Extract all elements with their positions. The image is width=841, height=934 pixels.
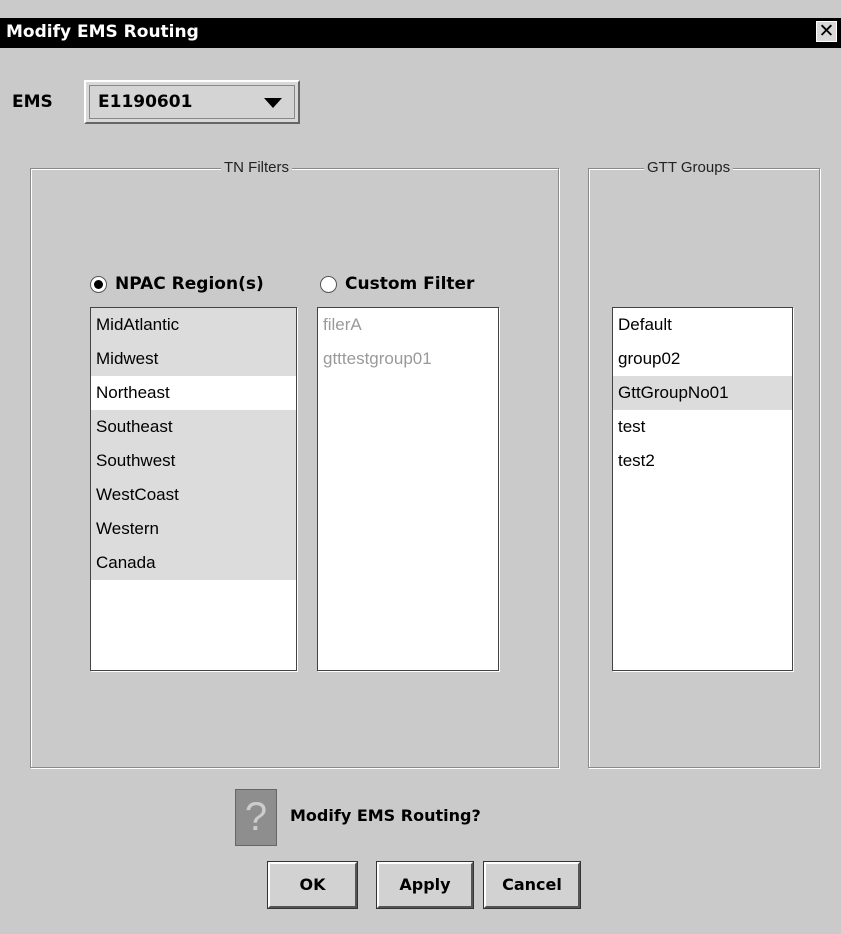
apply-button[interactable]: Apply	[376, 861, 474, 909]
list-item[interactable]: GttGroupNo01	[613, 376, 792, 410]
ems-selected-value: E1190601	[98, 92, 193, 112]
list-item[interactable]: Southeast	[91, 410, 296, 444]
radio-unselected-icon[interactable]	[320, 275, 337, 293]
list-item[interactable]: test	[613, 410, 792, 444]
list-item[interactable]: gtttestgroup01	[318, 342, 498, 376]
list-item[interactable]: Midwest	[91, 342, 296, 376]
list-item[interactable]: group02	[613, 342, 792, 376]
list-item[interactable]: Northeast	[91, 376, 296, 410]
chevron-down-icon[interactable]	[264, 98, 282, 108]
list-item[interactable]: test2	[613, 444, 792, 478]
close-icon[interactable]: ✕	[816, 21, 837, 42]
modify-ems-routing-dialog: Modify EMS Routing ✕ EMS E1190601 TN Fil…	[0, 0, 841, 934]
window-title: Modify EMS Routing	[6, 22, 199, 42]
title-bar[interactable]: Modify EMS Routing ✕	[0, 18, 841, 48]
npac-region-radio[interactable]: NPAC Region(s)	[90, 274, 264, 294]
npac-region-label: NPAC Region(s)	[115, 274, 264, 294]
tn-filters-title: TN Filters	[221, 159, 292, 176]
list-item[interactable]: Western	[91, 512, 296, 546]
custom-filter-radio[interactable]: Custom Filter	[320, 274, 474, 294]
custom-filter-list[interactable]: filerA gtttestgroup01	[317, 307, 499, 671]
radio-selected-icon[interactable]	[90, 275, 107, 293]
list-item[interactable]: MidAtlantic	[91, 308, 296, 342]
list-item[interactable]: filerA	[318, 308, 498, 342]
custom-filter-label: Custom Filter	[345, 274, 475, 294]
list-item[interactable]: Southwest	[91, 444, 296, 478]
ok-button[interactable]: OK	[267, 861, 358, 909]
list-item[interactable]: Canada	[91, 546, 296, 580]
ems-label: EMS	[12, 92, 53, 112]
confirm-prompt: Modify EMS Routing?	[290, 806, 481, 825]
list-item[interactable]: Default	[613, 308, 792, 342]
cancel-button[interactable]: Cancel	[483, 861, 581, 909]
gtt-groups-title: GTT Groups	[644, 159, 734, 176]
ems-dropdown[interactable]: E1190601	[84, 80, 300, 124]
question-icon: ?	[235, 789, 277, 846]
list-item[interactable]: WestCoast	[91, 478, 296, 512]
npac-region-list[interactable]: MidAtlantic Midwest Northeast Southeast Sout…	[90, 307, 297, 671]
gtt-groups-list[interactable]: Default group02 GttGroupNo01 test test2	[612, 307, 793, 671]
